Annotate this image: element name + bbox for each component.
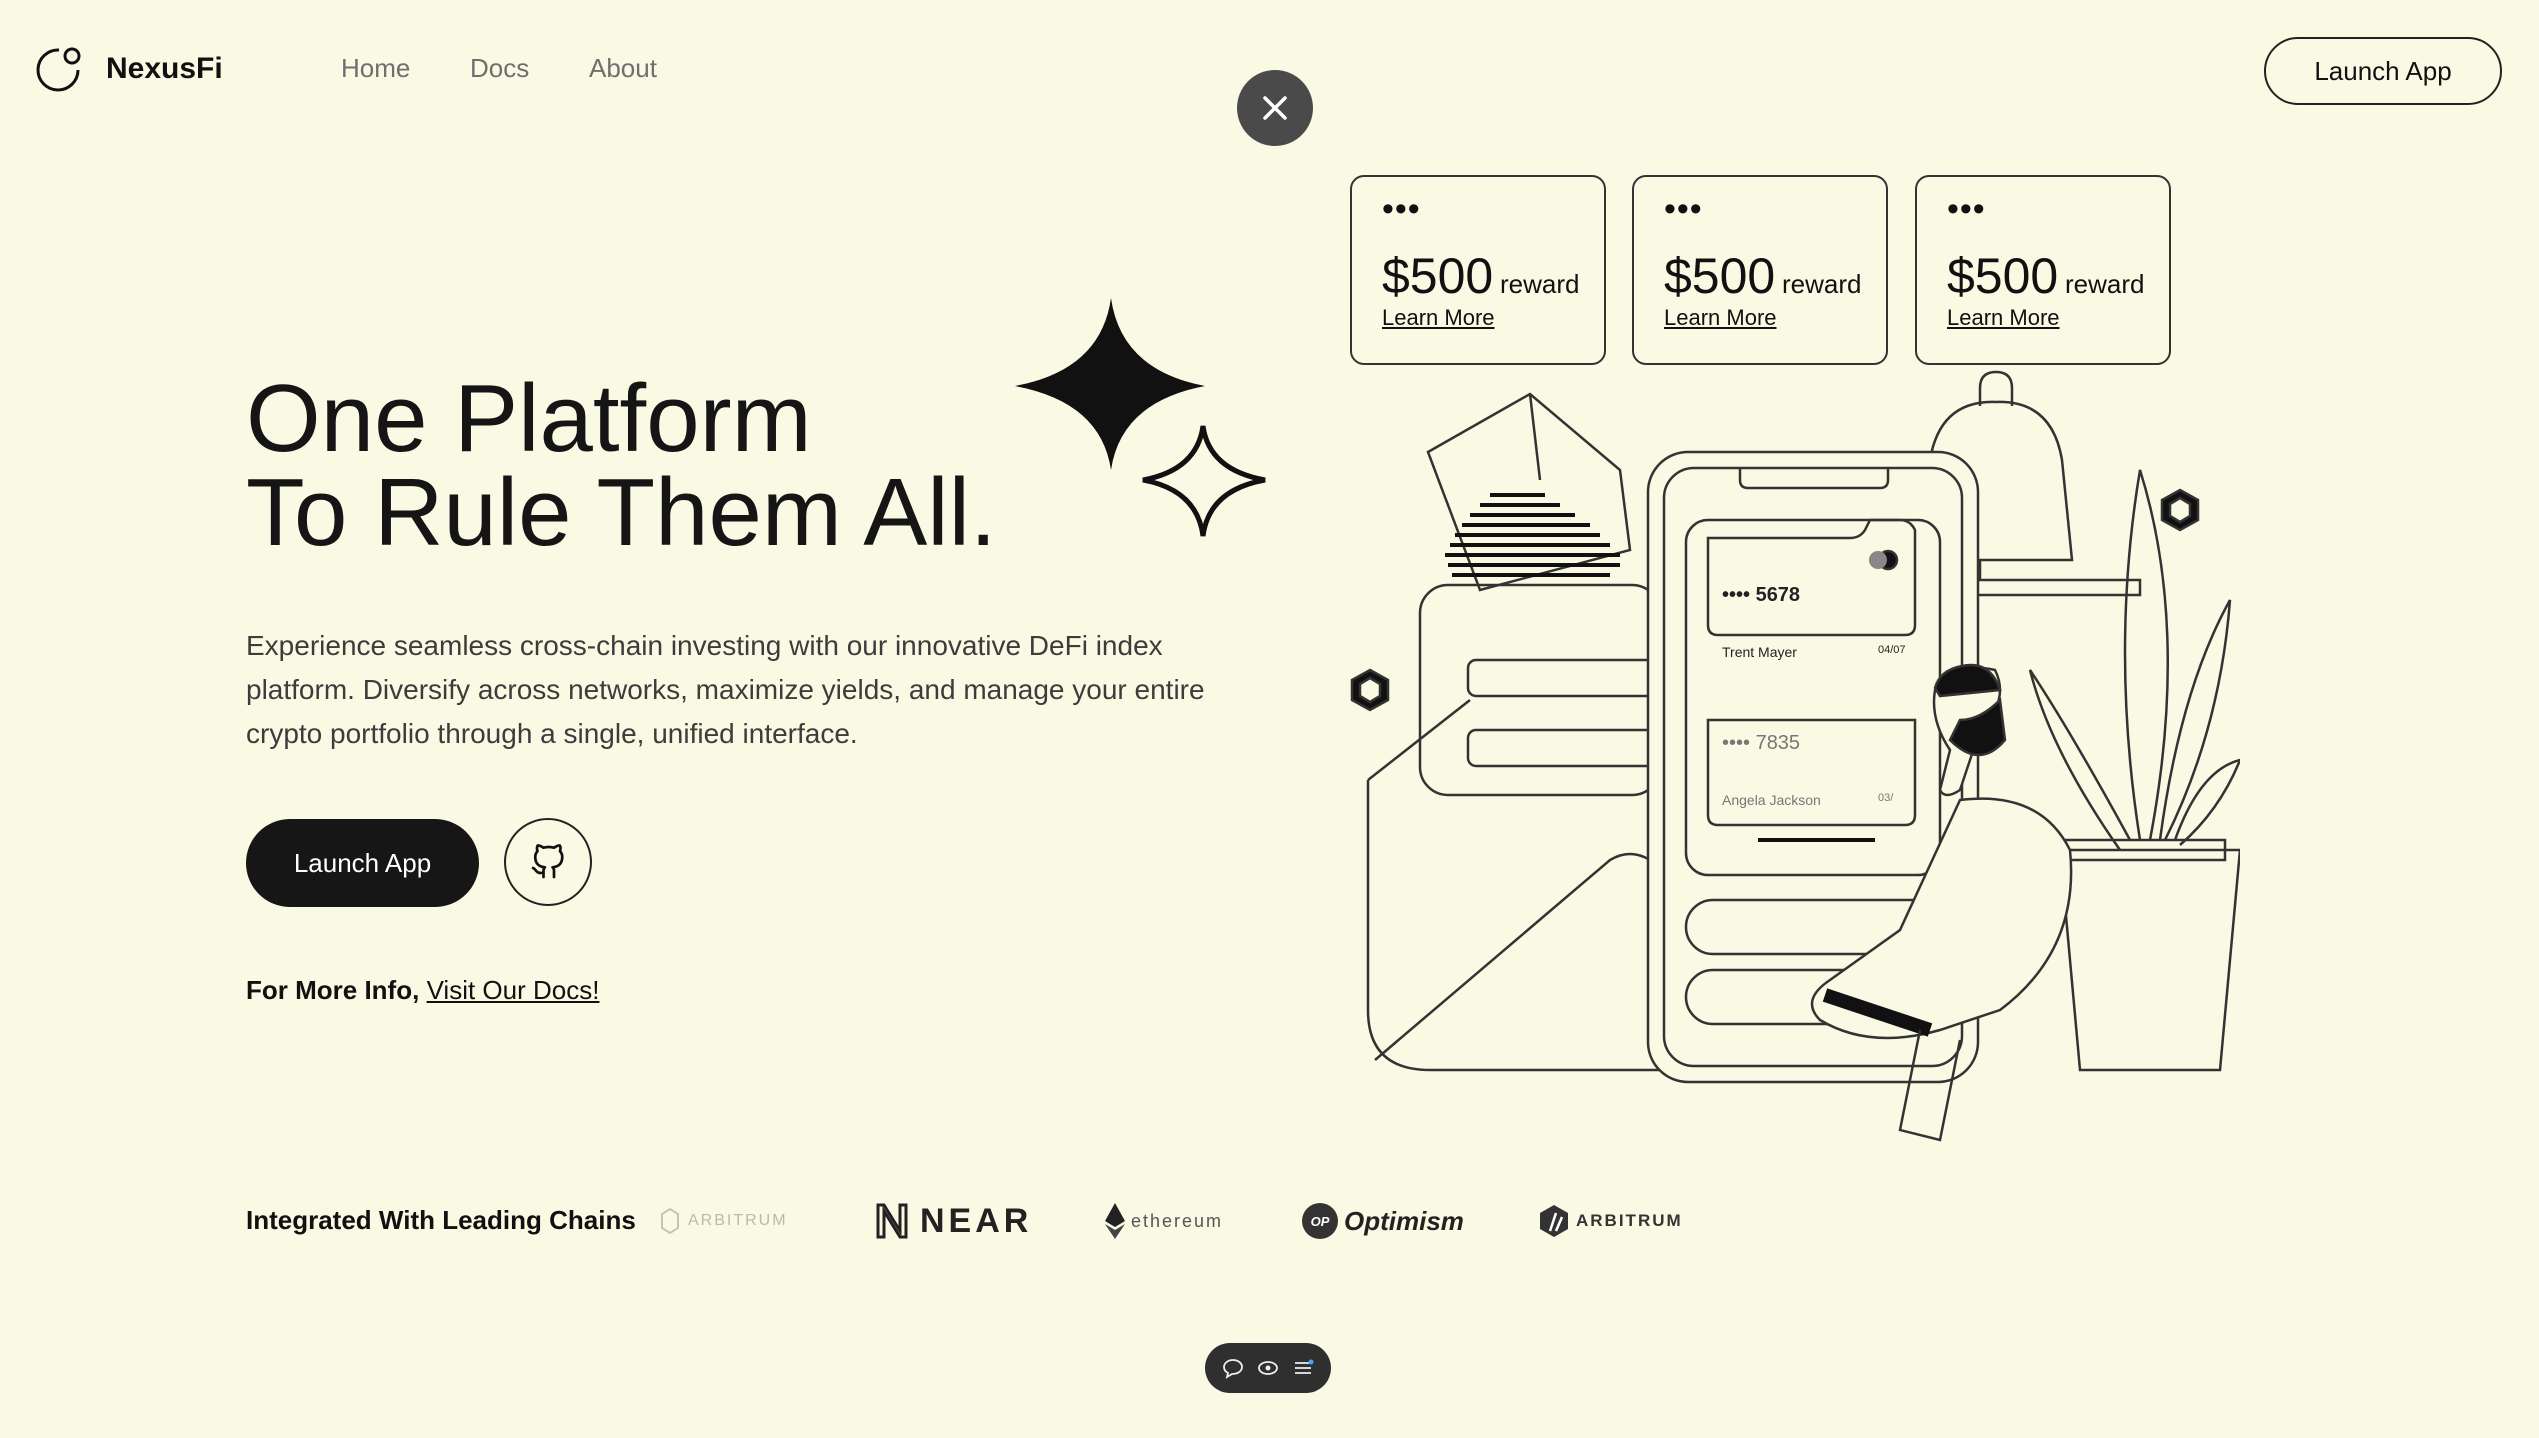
chain-label: ARBITRUM bbox=[688, 1212, 788, 1229]
chain-logo-optimism: OP Optimism bbox=[1302, 1196, 1464, 1246]
logo-icon[interactable] bbox=[34, 44, 84, 94]
hero-description: Experience seamless cross-chain investin… bbox=[246, 630, 1205, 749]
reward-amount: $500 bbox=[1947, 248, 2059, 304]
github-button[interactable] bbox=[504, 818, 592, 906]
more-dots-icon[interactable]: ••• bbox=[1664, 189, 1703, 229]
reward-card[interactable]: ••• $500 reward Learn More bbox=[1350, 175, 1606, 365]
brand-name[interactable]: NexusFi bbox=[106, 52, 223, 86]
reward-card[interactable]: ••• $500 reward Learn More bbox=[1632, 175, 1888, 365]
illustration-card-exp: 03/ bbox=[1878, 792, 1894, 804]
floating-toolbar bbox=[1205, 1343, 1331, 1393]
arbitrum-icon bbox=[661, 1207, 679, 1235]
learn-more-link[interactable]: Learn More bbox=[1664, 305, 1777, 331]
sparkle-icon bbox=[1015, 298, 1266, 537]
ethereum-icon bbox=[1105, 1203, 1125, 1239]
hero-title-line2: To Rule Them All. bbox=[246, 459, 997, 566]
chain-logo-near: NEAR bbox=[872, 1196, 1032, 1246]
chain-label: NEAR bbox=[920, 1201, 1033, 1240]
hero-illustration bbox=[1350, 370, 2240, 1142]
reward-label: reward bbox=[2065, 269, 2145, 299]
reward-label: reward bbox=[1782, 269, 1862, 299]
chain-label: ARBITRUM bbox=[1576, 1211, 1683, 1230]
illustration-card-number: •••• 7835 bbox=[1722, 732, 1801, 754]
reward-amount: $500 bbox=[1382, 248, 1494, 304]
eye-icon[interactable] bbox=[1257, 1357, 1279, 1379]
more-info: For More Info, Visit Our Docs! bbox=[246, 975, 599, 1006]
github-icon bbox=[531, 844, 564, 879]
optimism-icon: OP bbox=[1302, 1203, 1338, 1239]
illustration-card-name: Trent Mayer bbox=[1722, 644, 1797, 660]
header-launch-button[interactable]: Launch App bbox=[2264, 37, 2502, 105]
illustration-card-exp: 04/07 bbox=[1878, 644, 1906, 656]
hero-title: One Platform To Rule Them All. bbox=[246, 371, 997, 561]
reward-label: reward bbox=[1500, 269, 1580, 299]
nav-docs[interactable]: Docs bbox=[470, 53, 529, 84]
docs-link[interactable]: Visit Our Docs! bbox=[427, 975, 600, 1005]
reward-amount: $500 bbox=[1664, 248, 1776, 304]
chains-title: Integrated With Leading Chains bbox=[246, 1205, 636, 1235]
illustration-card-name: Angela Jackson bbox=[1722, 792, 1821, 808]
nav-about[interactable]: About bbox=[589, 53, 657, 84]
learn-more-link[interactable]: Learn More bbox=[1382, 305, 1495, 331]
chain-label: Optimism bbox=[1344, 1205, 1464, 1236]
hero-title-line1: One Platform bbox=[246, 365, 812, 472]
nav-home[interactable]: Home bbox=[341, 53, 410, 84]
chain-logo-ethereum: ethereum bbox=[1103, 1196, 1223, 1246]
more-dots-icon[interactable]: ••• bbox=[1947, 189, 1986, 229]
hero-launch-button[interactable]: Launch App bbox=[246, 819, 479, 907]
close-button[interactable] bbox=[1237, 70, 1313, 146]
arbitrum-icon bbox=[1540, 1205, 1568, 1237]
illustration-card-number: •••• 5678 bbox=[1722, 584, 1801, 606]
more-dots-icon[interactable]: ••• bbox=[1382, 189, 1421, 229]
chain-logo-arbitrum: ARBITRUM bbox=[1538, 1196, 1683, 1246]
learn-more-link[interactable]: Learn More bbox=[1947, 305, 2060, 331]
near-icon bbox=[876, 1203, 908, 1239]
comment-icon[interactable] bbox=[1222, 1357, 1244, 1379]
chain-label: ethereum bbox=[1131, 1210, 1224, 1231]
chain-logo-arbitrum-faded: ARBITRUM bbox=[660, 1196, 788, 1246]
reward-card[interactable]: ••• $500 reward Learn More bbox=[1915, 175, 2171, 365]
menu-icon[interactable] bbox=[1292, 1357, 1314, 1379]
close-icon bbox=[1263, 96, 1287, 120]
more-info-prefix: For More Info, bbox=[246, 975, 420, 1005]
